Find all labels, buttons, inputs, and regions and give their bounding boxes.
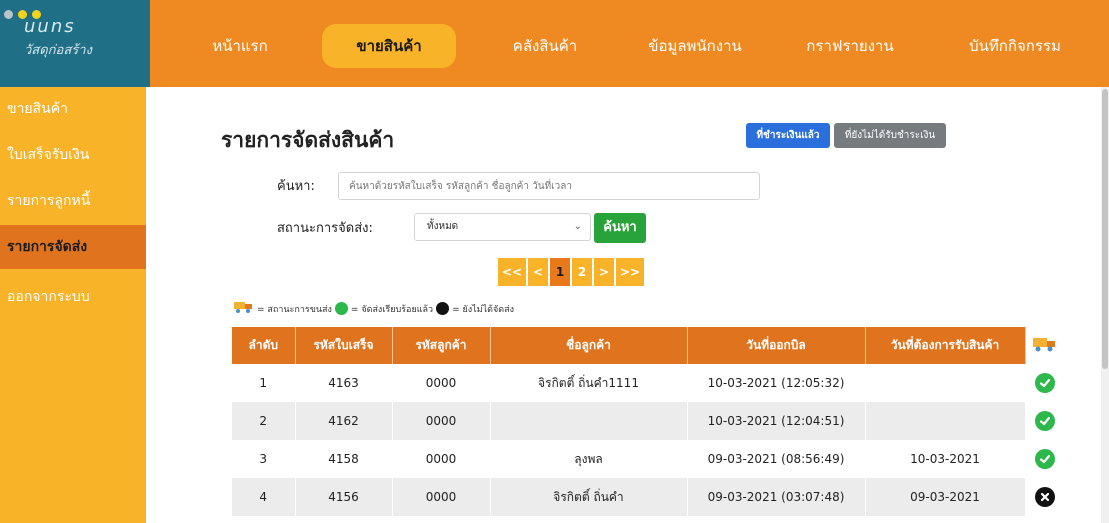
chevron-down-icon: ⌄ xyxy=(573,221,582,232)
page-1-button[interactable]: 1 xyxy=(550,258,570,286)
page-prev-button[interactable]: < xyxy=(528,258,548,286)
col-customer-id: รหัสลูกค้า xyxy=(392,327,491,364)
cell-receipt-id: 4163 xyxy=(295,364,393,402)
col-bill-date: วันที่ออกบิล xyxy=(687,327,866,364)
cell-bill-date: 10-03-2021 (12:04:51) xyxy=(687,402,866,440)
nav-sell[interactable]: ขายสินค้า xyxy=(322,24,456,68)
check-circle-icon[interactable] xyxy=(1035,411,1055,431)
legend-truck-text: = สถานะการขนส่ง xyxy=(257,304,332,315)
cell-bill-date: 09-03-2021 (08:56:49) xyxy=(687,440,866,478)
cell-status[interactable] xyxy=(1025,478,1066,516)
cell-no: 4 xyxy=(232,478,296,516)
table-row[interactable]: 1 4163 0000 จิรกิตติ์ ถิ่นคำ1111 10-03-2… xyxy=(232,364,1066,402)
truck-icon xyxy=(234,301,254,316)
search-button[interactable]: ค้นหา xyxy=(594,213,646,243)
cell-receive-date: 09-03-2021 xyxy=(865,478,1026,516)
cell-status[interactable] xyxy=(1025,364,1066,402)
sidebar-item-logout[interactable]: ออกจากระบบ xyxy=(0,275,146,319)
table-row[interactable]: 4 4156 0000 จิรกิตติ์ ถิ่นคำ 09-03-2021 … xyxy=(232,478,1066,516)
cell-customer-id: 0000 xyxy=(392,440,491,478)
x-circle-icon xyxy=(436,302,450,315)
cell-customer-id: 0000 xyxy=(392,478,491,516)
paid-filter-button[interactable]: ที่ชำระเงินแล้ว xyxy=(746,123,830,148)
nav-report-chart[interactable]: กราฟรายงาน xyxy=(790,24,910,68)
unpaid-filter-button[interactable]: ที่ยังไม่ได้รับชำระเงิน xyxy=(834,123,946,148)
table-row[interactable]: 2 4162 0000 10-03-2021 (12:04:51) xyxy=(232,402,1066,440)
sidebar-item-delivery[interactable]: รายการจัดส่ง xyxy=(0,225,146,269)
top-nav: หน้าแรก ขายสินค้า คลังสินค้า ข้อมูลพนักง… xyxy=(150,0,1109,87)
truck-icon xyxy=(1033,338,1056,352)
cell-receipt-id: 4156 xyxy=(295,478,393,516)
col-no: ลำดับ xyxy=(232,327,296,364)
col-customer-name: ชื่อลูกค้า xyxy=(490,327,688,364)
cell-customer-id: 0000 xyxy=(392,402,491,440)
nav-home[interactable]: หน้าแรก xyxy=(190,24,290,68)
cell-receipt-id: 4162 xyxy=(295,402,393,440)
status-select[interactable]: ทั้งหมด ⌄ xyxy=(414,213,591,241)
col-status xyxy=(1025,327,1065,364)
window-dot xyxy=(4,10,13,19)
check-circle-icon[interactable] xyxy=(1035,449,1055,469)
page-2-button[interactable]: 2 xyxy=(572,258,592,286)
check-circle-icon[interactable] xyxy=(1035,373,1055,393)
sidebar-item-receipt[interactable]: ใบเสร็จรับเงิน xyxy=(0,133,146,177)
sidebar: ขายสินค้า ใบเสร็จรับเงิน รายการลูกหนี้ ร… xyxy=(0,87,146,523)
window-dot xyxy=(18,10,27,19)
col-receipt-id: รหัสใบเสร็จ xyxy=(295,327,393,364)
cell-receive-date xyxy=(865,402,1026,440)
cell-no: 3 xyxy=(232,440,296,478)
x-circle-icon[interactable] xyxy=(1035,487,1055,507)
main-content: รายการจัดส่งสินค้า ที่ชำระเงินแล้ว ที่ยั… xyxy=(146,87,1109,523)
table-row[interactable]: 3 4158 0000 ลุงพล 09-03-2021 (08:56:49) … xyxy=(232,440,1066,478)
search-label: ค้นหา: xyxy=(277,179,315,194)
sidebar-item-sell[interactable]: ขายสินค้า xyxy=(0,87,146,131)
col-receive-date: วันที่ต้องการรับสินค้า xyxy=(865,327,1026,364)
page-last-button[interactable]: >> xyxy=(616,258,644,286)
cell-receive-date: 10-03-2021 xyxy=(865,440,1026,478)
window-dots xyxy=(4,10,41,19)
cell-customer-id: 0000 xyxy=(392,364,491,402)
nav-employee[interactable]: ข้อมูลพนักงาน xyxy=(630,24,760,68)
cell-no: 2 xyxy=(232,402,296,440)
cell-receipt-id: 4158 xyxy=(295,440,393,478)
cell-receive-date xyxy=(865,364,1026,402)
status-select-value: ทั้งหมด xyxy=(427,221,459,232)
brand-title: uuns xyxy=(24,16,76,37)
status-legend: = สถานะการขนส่ง = จัดส่งเรียบร้อยแล้ว = … xyxy=(234,301,514,316)
brand-subtitle: วัสดุก่อสร้าง xyxy=(24,43,92,58)
table-header-row: ลำดับ รหัสใบเสร็จ รหัสลูกค้า ชื่อลูกค้า … xyxy=(232,327,1065,364)
scrollbar-thumb[interactable] xyxy=(1102,89,1108,369)
check-circle-icon xyxy=(334,302,348,315)
cell-bill-date: 09-03-2021 (03:07:48) xyxy=(687,478,866,516)
cell-customer-name: จิรกิตติ์ ถิ่นคำ xyxy=(490,478,688,516)
cell-customer-name xyxy=(490,402,688,440)
cell-status[interactable] xyxy=(1025,402,1066,440)
page-first-button[interactable]: << xyxy=(498,258,526,286)
page-title: รายการจัดส่งสินค้า xyxy=(221,128,395,152)
window-dot xyxy=(32,10,41,19)
status-filter-label: สถานะการจัดส่ง: xyxy=(277,221,373,236)
cell-no: 1 xyxy=(232,364,296,402)
nav-activity-log[interactable]: บันทึกกิจกรรม xyxy=(940,24,1090,68)
page-next-button[interactable]: > xyxy=(594,258,614,286)
nav-inventory[interactable]: คลังสินค้า xyxy=(490,24,600,68)
search-input[interactable] xyxy=(338,172,760,200)
delivery-table: ลำดับ รหัสใบเสร็จ รหัสลูกค้า ชื่อลูกค้า … xyxy=(232,327,1066,516)
sidebar-item-debtors[interactable]: รายการลูกหนี้ xyxy=(0,179,146,223)
cell-customer-name: ลุงพล xyxy=(490,440,688,478)
legend-pending-text: = ยังไม่ได้จัดส่ง xyxy=(452,304,515,315)
pagination: << < 1 2 > >> xyxy=(498,258,644,286)
legend-done-text: = จัดส่งเรียบร้อยแล้ว xyxy=(350,304,434,315)
cell-bill-date: 10-03-2021 (12:05:32) xyxy=(687,364,866,402)
cell-status[interactable] xyxy=(1025,440,1066,478)
brand-logo[interactable]: uuns วัสดุก่อสร้าง xyxy=(0,0,150,87)
cell-customer-name: จิรกิตติ์ ถิ่นคำ1111 xyxy=(490,364,688,402)
app-window: uuns วัสดุก่อสร้าง หน้าแรก ขายสินค้า คลั… xyxy=(0,0,1109,523)
vertical-scrollbar[interactable] xyxy=(1101,87,1109,523)
